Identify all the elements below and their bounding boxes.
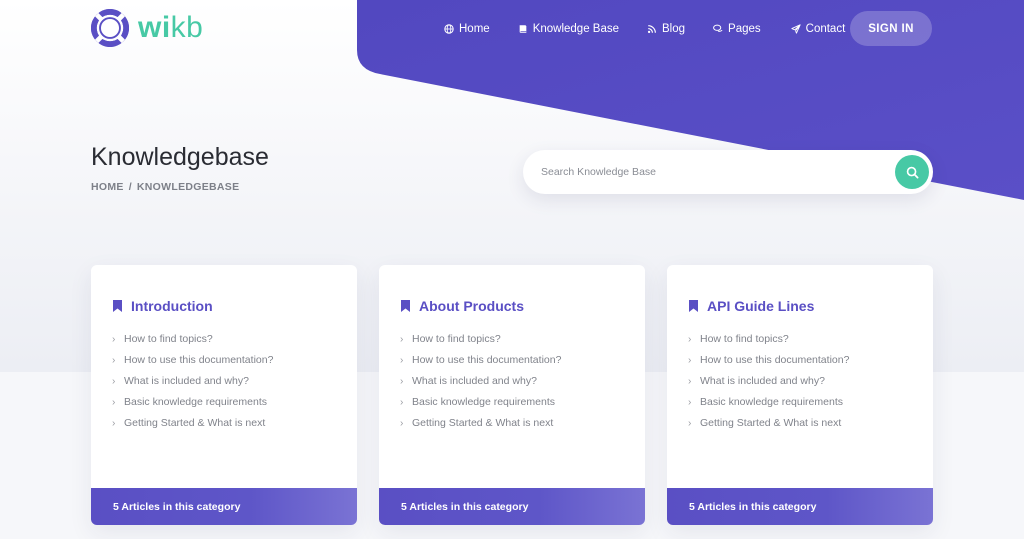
card-footer-article-count[interactable]: 5 Articles in this category (667, 488, 933, 525)
brand-name: wikb (138, 11, 203, 45)
rss-icon (647, 25, 656, 34)
category-card-introduction: Introduction › How to find topics? › How t… (91, 265, 357, 525)
bookmark-icon (401, 300, 410, 312)
category-card-about-products: About Products › How to find topics? › How… (379, 265, 645, 525)
card-title-text: Introduction (131, 298, 213, 314)
search-box (523, 150, 933, 194)
breadcrumb-separator: / (128, 181, 132, 193)
chevron-right-icon: › (688, 354, 692, 366)
article-title: Getting Started & What is next (412, 417, 554, 429)
article-link[interactable]: › Getting Started & What is next (112, 409, 273, 437)
article-title: Basic knowledge requirements (412, 396, 555, 408)
brand-logo[interactable]: wikb (91, 9, 203, 47)
article-title: How to find topics? (124, 333, 213, 345)
article-title: How to use this documentation? (700, 354, 850, 366)
article-list: › How to find topics? › How to use this do… (400, 332, 561, 437)
nav-item-knowledge-base[interactable]: Knowledge Base (518, 23, 619, 35)
nav-item-home[interactable]: Home (444, 23, 490, 35)
chevron-right-icon: › (400, 396, 404, 408)
search-button[interactable] (895, 155, 929, 189)
article-list: › How to find topics? › How to use this do… (688, 332, 849, 437)
nav-item-label: Pages (728, 23, 761, 35)
article-title: Basic knowledge requirements (124, 396, 267, 408)
search-input[interactable] (541, 162, 881, 182)
chevron-right-icon: › (400, 354, 404, 366)
lifebuoy-icon (91, 9, 129, 47)
chevron-right-icon: › (688, 396, 692, 408)
search-icon (906, 166, 918, 178)
breadcrumb-home[interactable]: HOME (91, 181, 124, 193)
chevron-right-icon: › (688, 333, 692, 345)
article-list: › How to find topics? › How to use this do… (112, 332, 273, 437)
card-title-text: About Products (419, 298, 524, 314)
chevron-right-icon: › (400, 333, 404, 345)
nav-item-label: Home (459, 23, 490, 35)
article-title: Basic knowledge requirements (700, 396, 843, 408)
card-title[interactable]: About Products (401, 298, 524, 314)
brand-name-part2: kb (170, 11, 204, 44)
card-footer-article-count[interactable]: 5 Articles in this category (379, 488, 645, 525)
main-nav: Home Knowledge Base Blog Pages Contact (444, 20, 845, 38)
brand-name-part1: wi (138, 11, 171, 44)
nav-item-label: Blog (662, 23, 686, 35)
card-title[interactable]: API Guide Lines (689, 298, 814, 314)
article-title: What is included and why? (412, 375, 537, 387)
article-title: What is included and why? (124, 375, 249, 387)
article-link[interactable]: › Getting Started & What is next (688, 409, 849, 437)
globe-icon (444, 24, 454, 34)
card-title[interactable]: Introduction (113, 298, 213, 314)
chevron-right-icon: › (688, 417, 692, 429)
chevron-right-icon: › (112, 417, 116, 429)
chevron-right-icon: › (400, 417, 404, 429)
article-title: Getting Started & What is next (700, 417, 842, 429)
nav-item-blog[interactable]: Blog (647, 23, 685, 35)
breadcrumb: HOME / KNOWLEDGEBASE (91, 181, 239, 193)
card-title-text: API Guide Lines (707, 298, 815, 314)
chevron-right-icon: › (112, 354, 116, 366)
chevron-right-icon: › (112, 333, 116, 345)
article-title: What is included and why? (700, 375, 825, 387)
comments-icon (713, 24, 723, 32)
card-footer-article-count[interactable]: 5 Articles in this category (91, 488, 357, 525)
nav-item-contact[interactable]: Contact (791, 23, 846, 35)
article-title: Getting Started & What is next (124, 417, 266, 429)
breadcrumb-current: KNOWLEDGEBASE (136, 181, 240, 193)
article-title: How to find topics? (700, 333, 789, 345)
chevron-right-icon: › (400, 375, 404, 387)
book-icon (519, 25, 527, 33)
nav-item-label: Contact (805, 23, 846, 35)
paper-plane-icon (791, 24, 801, 34)
nav-item-pages[interactable]: Pages (713, 23, 761, 35)
bookmark-icon (689, 300, 698, 312)
category-card-api-guide-lines: API Guide Lines › How to find topics? › Ho… (667, 265, 933, 525)
article-title: How to find topics? (412, 333, 501, 345)
chevron-right-icon: › (112, 396, 116, 408)
article-title: How to use this documentation? (124, 354, 274, 366)
article-link[interactable]: › Getting Started & What is next (400, 409, 561, 437)
sign-in-button[interactable]: SIGN IN (850, 11, 932, 46)
chevron-right-icon: › (688, 375, 692, 387)
chevron-right-icon: › (112, 375, 116, 387)
page-title: Knowledgebase (91, 143, 269, 171)
article-title: How to use this documentation? (412, 354, 562, 366)
nav-item-label: Knowledge Base (532, 23, 619, 35)
bookmark-icon (113, 300, 122, 312)
